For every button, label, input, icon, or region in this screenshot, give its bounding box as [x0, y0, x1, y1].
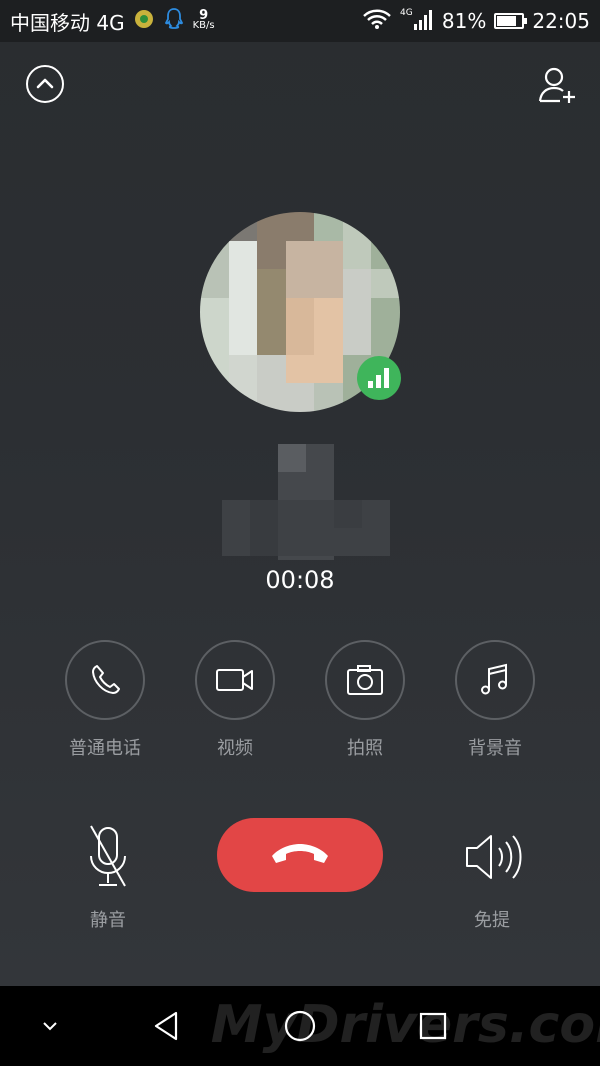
battery-icon — [494, 13, 528, 29]
photo-button[interactable]: 拍照 — [323, 640, 407, 760]
chevron-down-icon — [43, 1022, 57, 1031]
background-sound-label: 背景音 — [468, 738, 522, 759]
mute-label: 静音 — [90, 910, 126, 931]
avatar-pixel — [342, 326, 372, 355]
regular-call-button[interactable]: 普通电话 — [63, 640, 147, 760]
avatar-pixel — [342, 212, 372, 241]
wifi-icon — [362, 8, 392, 35]
photo-label: 拍照 — [347, 738, 383, 759]
battery-fill — [497, 16, 517, 26]
avatar-pixel — [228, 354, 258, 384]
net-speed: 9 KB/s — [192, 8, 215, 31]
avatar-pixel — [285, 297, 315, 327]
avatar-pixel — [228, 297, 258, 327]
add-user-icon — [538, 67, 575, 103]
avatar-pixel — [228, 269, 258, 298]
navigation-bar: MyDrivers.com — [0, 986, 600, 1066]
avatar-pixel — [257, 326, 286, 355]
avatar-pixel — [371, 240, 400, 270]
avatar-pixel — [257, 297, 286, 327]
avatar-pixel — [314, 269, 343, 298]
status-bar: 中国移动 4G 9 KB/s 4G 81% 22:05 — [0, 0, 600, 42]
avatar-pixel — [228, 212, 258, 241]
carrier-label: 中国移动 4G — [10, 10, 125, 35]
avatar-pixel — [200, 269, 229, 298]
avatar-pixel — [200, 354, 229, 384]
avatar-pixel — [285, 240, 315, 270]
avatar-pixel — [314, 326, 343, 355]
add-participant-button[interactable] — [536, 63, 580, 107]
call-timer: 00:08 — [265, 566, 335, 594]
back-triangle-icon — [154, 1011, 178, 1041]
avatar-pixel — [257, 269, 286, 298]
avatar-pixel — [371, 326, 400, 355]
speaker-label: 免提 — [474, 910, 510, 931]
speaker-icon — [466, 835, 522, 879]
contact-name-blurred — [222, 444, 390, 560]
avatar-pixel — [200, 383, 229, 412]
avatar-pixel — [371, 269, 400, 298]
avatar-pixel — [342, 269, 372, 298]
avatar-pixel — [314, 212, 343, 241]
avatar-pixel — [285, 212, 315, 241]
nav-back-button[interactable] — [146, 986, 186, 1066]
home-circle-icon — [284, 1010, 316, 1042]
speaker-button[interactable]: 免提 — [442, 822, 542, 932]
avatar-pixel — [257, 383, 286, 412]
collapse-button[interactable] — [26, 65, 64, 103]
signal-quality-badge — [357, 356, 401, 400]
app-notification-icon — [133, 8, 155, 35]
cell-signal-icon: 4G — [400, 6, 434, 37]
avatar-pixel — [257, 354, 286, 384]
avatar-pixel — [200, 326, 229, 355]
chevron-up-icon — [36, 78, 54, 89]
recents-square-icon — [419, 1012, 447, 1040]
avatar-pixel — [314, 383, 343, 412]
avatar-pixel — [285, 326, 315, 355]
video-label: 视频 — [217, 738, 253, 759]
avatar-pixel — [314, 297, 343, 327]
avatar-pixel — [228, 383, 258, 412]
qq-icon — [163, 7, 185, 36]
avatar-pixel — [285, 354, 315, 384]
avatar-pixel — [257, 212, 286, 241]
avatar-pixel — [257, 240, 286, 270]
signal-bars-icon — [368, 368, 389, 388]
camera-icon — [347, 665, 383, 695]
avatar-pixel — [314, 354, 343, 384]
watermark-text: MyDrivers.com — [211, 995, 600, 1055]
avatar-pixel — [342, 297, 372, 327]
avatar-pixel — [200, 240, 229, 270]
avatar-pixel — [342, 240, 372, 270]
avatar-pixel — [285, 383, 315, 412]
regular-call-label: 普通电话 — [69, 738, 141, 759]
music-note-icon — [481, 663, 507, 695]
network-type-label: 4G — [400, 8, 413, 18]
avatar-pixel — [371, 297, 400, 327]
avatar-pixel — [371, 212, 400, 241]
nav-recents-button[interactable] — [413, 986, 453, 1066]
mic-off-icon — [90, 825, 126, 887]
avatar-pixel — [314, 240, 343, 270]
avatar-pixel — [200, 212, 229, 241]
avatar-pixel — [228, 240, 258, 270]
video-button[interactable]: 视频 — [193, 640, 277, 760]
battery-percent: 81% — [441, 9, 487, 33]
nav-home-button[interactable] — [280, 986, 320, 1066]
avatar-pixel — [228, 326, 258, 355]
end-call-icon — [272, 844, 328, 863]
clock: 22:05 — [532, 9, 590, 33]
mute-button[interactable]: 静音 — [58, 822, 158, 932]
avatar-pixel — [200, 297, 229, 327]
phone-icon — [92, 665, 120, 694]
avatar-pixel — [285, 269, 315, 298]
nav-dropdown-button[interactable] — [30, 986, 70, 1066]
background-sound-button[interactable]: 背景音 — [453, 640, 537, 760]
video-icon — [216, 669, 253, 691]
hang-up-button[interactable] — [217, 818, 383, 892]
